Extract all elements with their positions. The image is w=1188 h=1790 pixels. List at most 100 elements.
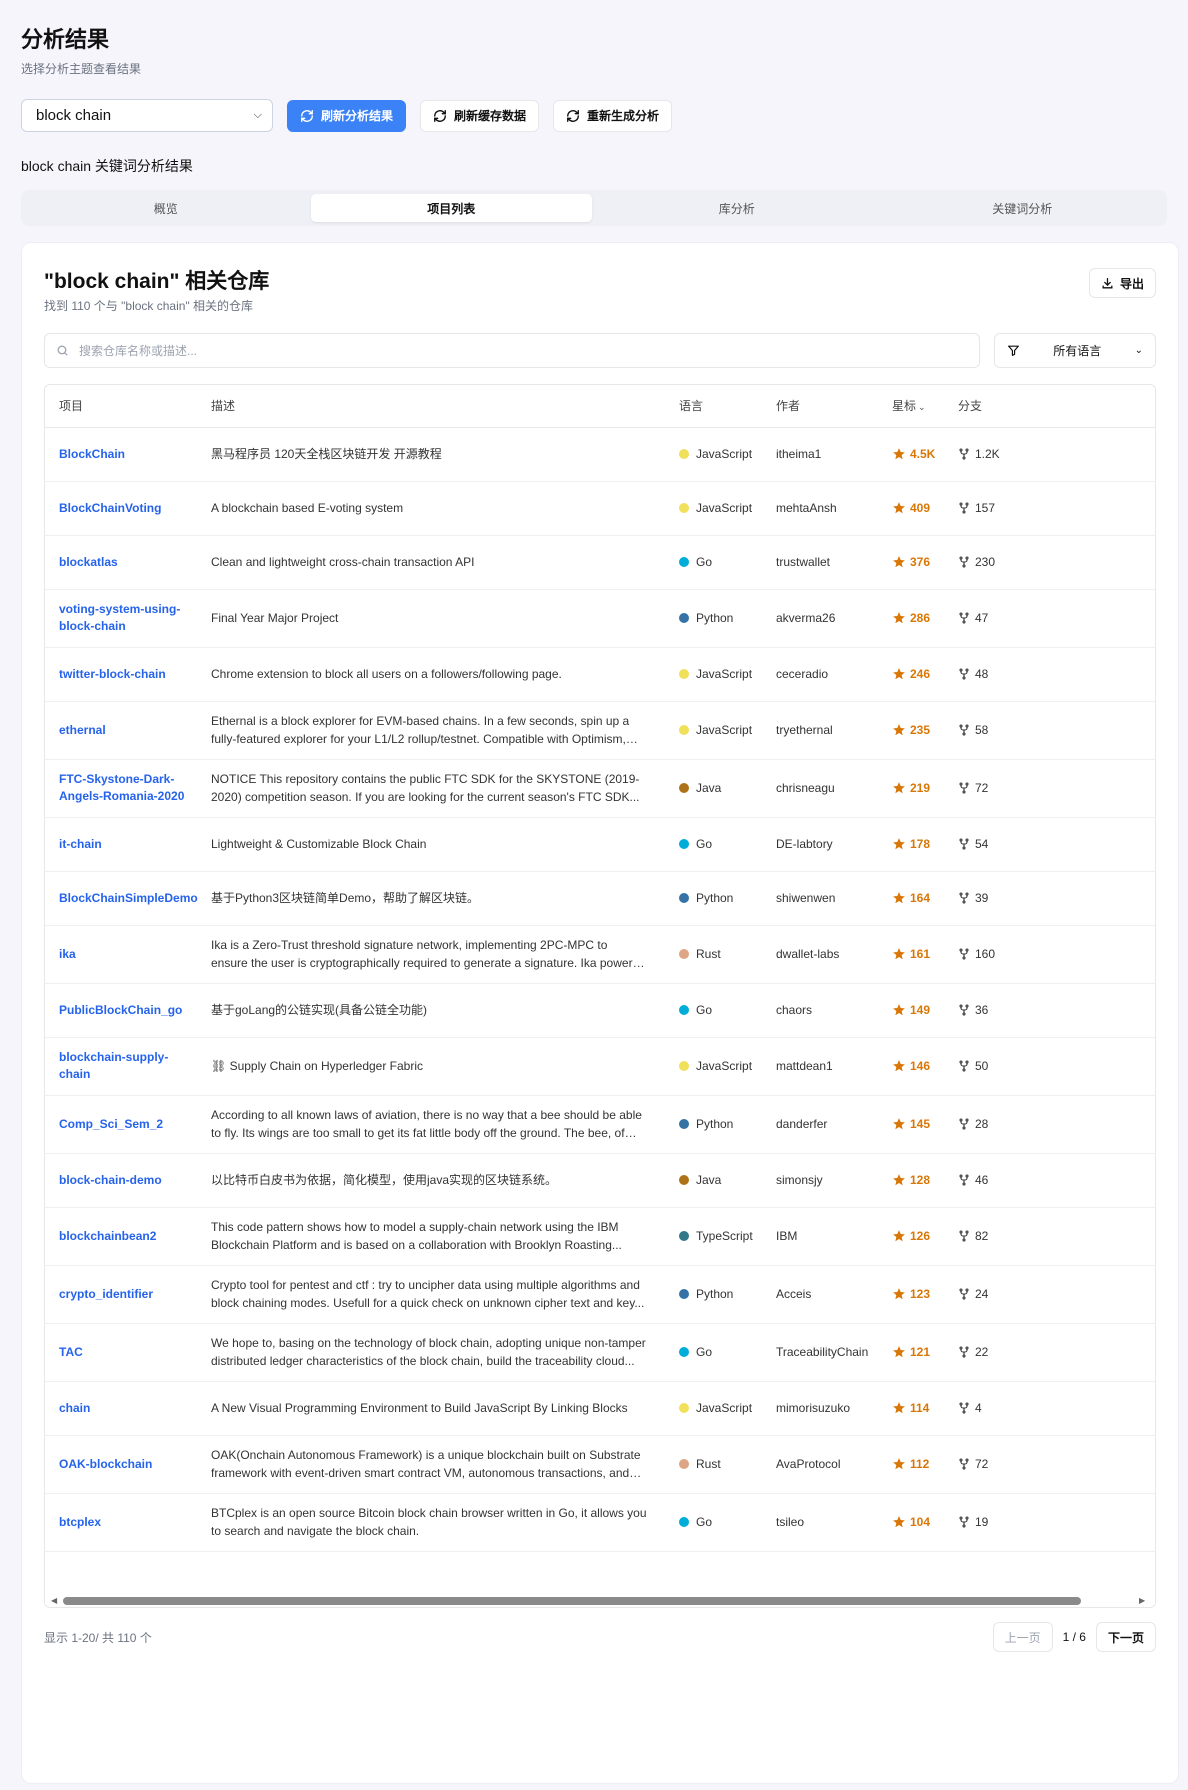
repo-description: Ethernal is a block explorer for EVM-bas…	[211, 714, 630, 746]
export-label: 导出	[1119, 276, 1144, 291]
repo-lang-cell: Java	[665, 759, 762, 818]
table-row[interactable]: block-chain-demo 以比特币白皮书为依据，简化模型，使用java实现…	[45, 1153, 1155, 1208]
scrollbar-thumb[interactable]	[63, 1597, 1081, 1605]
topic-select-value: block chain	[36, 107, 112, 124]
tab-keyword-analysis[interactable]: 关键词分析	[882, 194, 1164, 222]
repo-name-link[interactable]: voting-system-using-block-chain	[59, 601, 197, 635]
repo-name-link[interactable]: blockatlas	[59, 554, 197, 571]
repo-name-link[interactable]: blockchainbean2	[59, 1228, 197, 1245]
star-icon	[892, 781, 906, 795]
repo-stars: 178	[910, 837, 931, 851]
horizontal-scrollbar[interactable]: ◀ ▶	[45, 1593, 1155, 1607]
table-row[interactable]: chain A New Visual Programming Environmen…	[45, 1381, 1155, 1436]
repo-forks-cell: 24	[944, 1265, 1155, 1324]
repo-stars: 161	[910, 947, 931, 961]
tab-project-list[interactable]: 项目列表	[310, 194, 592, 222]
repo-name-cell: FTC-Skystone-Dark-Angels-Romania-2020	[45, 759, 197, 818]
table-row[interactable]: it-chain Lightweight & Customizable Block…	[45, 817, 1155, 872]
repo-desc-cell: Crypto tool for pentest and ctf : try to…	[197, 1265, 665, 1324]
repo-name-link[interactable]: BlockChainVoting	[59, 500, 197, 517]
language-dot-icon	[679, 1005, 689, 1015]
repo-name-link[interactable]: PublicBlockChain_go	[59, 1002, 197, 1019]
prev-page-button[interactable]: 上一页	[992, 1622, 1053, 1652]
repo-description: Chrome extension to block all users on a…	[211, 667, 562, 681]
repo-stars-cell: 286	[878, 589, 944, 648]
repo-name-cell: BlockChainSimpleDemo	[45, 871, 198, 926]
table-row[interactable]: blockchain-supply-chain ⛓ Supply Chain on…	[45, 1037, 1155, 1096]
repo-desc-cell: 黑马程序员 120天全栈区块链开发 开源教程	[197, 427, 665, 482]
table-row[interactable]: BlockChainVoting A blockchain based E-vot…	[45, 481, 1155, 536]
repo-desc-cell: 基于goLang的公链实现(具备公链全功能)	[197, 983, 665, 1038]
repo-lang-cell: JavaScript	[665, 427, 762, 482]
repo-forks-cell: 82	[944, 1207, 1155, 1266]
star-icon	[892, 723, 906, 737]
language-dot-icon	[679, 1289, 689, 1299]
repo-name-link[interactable]: twitter-block-chain	[59, 666, 197, 683]
repo-desc-cell: 以比特币白皮书为依据，简化模型，使用java实现的区块链系统。	[197, 1153, 665, 1208]
table-row[interactable]: BlockChainSimpleDemo 基于Python3区块链简单Demo，帮…	[45, 871, 1155, 926]
repo-stars-cell: 104	[878, 1493, 944, 1552]
export-button[interactable]: 导出	[1088, 268, 1156, 298]
table-row[interactable]: OAK-blockchain OAK(Onchain Autonomous Fra…	[45, 1435, 1155, 1494]
repo-name-cell: crypto_identifier	[45, 1265, 197, 1324]
repo-name-link[interactable]: it-chain	[59, 836, 197, 853]
repo-name-cell: it-chain	[45, 817, 197, 872]
repo-name-link[interactable]: BlockChain	[59, 446, 197, 463]
table-row[interactable]: twitter-block-chain Chrome extension to b…	[45, 647, 1155, 702]
repo-desc-cell: BTCplex is an open source Bitcoin block …	[197, 1493, 665, 1552]
search-input[interactable]: 搜索仓库名称或描述...	[44, 333, 980, 368]
card-subtitle: 找到 110 个与 "block chain" 相关的仓库	[44, 299, 254, 313]
table-row[interactable]: voting-system-using-block-chain Final Yea…	[45, 589, 1155, 648]
repo-language: Go	[696, 1003, 713, 1017]
table-row[interactable]: PublicBlockChain_go 基于goLang的公链实现(具备公链全功能…	[45, 983, 1155, 1038]
table-row[interactable]: TAC We hope to, basing on the technology …	[45, 1323, 1155, 1382]
repo-name-link[interactable]: ika	[59, 946, 197, 963]
repo-name-link[interactable]: crypto_identifier	[59, 1286, 197, 1303]
star-icon	[892, 1515, 906, 1529]
table-row[interactable]: btcplex BTCplex is an open source Bitcoin…	[45, 1493, 1155, 1552]
refresh-cache-button[interactable]: 刷新缓存数据	[420, 99, 540, 132]
repo-language: JavaScript	[696, 1059, 753, 1073]
tab-library-analysis[interactable]: 库分析	[596, 194, 878, 222]
regenerate-analysis-button[interactable]: 重新生成分析	[553, 99, 673, 132]
table-row[interactable]: blockatlas Clean and lightweight cross-ch…	[45, 535, 1155, 590]
scroll-left-icon[interactable]: ◀	[51, 1596, 61, 1605]
repo-description: 基于goLang的公链实现(具备公链全功能)	[211, 1003, 428, 1017]
table-row[interactable]: blockchainbean2 This code pattern shows h…	[45, 1207, 1155, 1266]
repo-name-link[interactable]: Comp_Sci_Sem_2	[59, 1116, 197, 1133]
repo-name-link[interactable]: blockchain-supply-chain	[59, 1049, 197, 1083]
repo-name-link[interactable]: TAC	[59, 1344, 197, 1361]
repo-stars: 126	[910, 1229, 931, 1243]
table-row[interactable]: crypto_identifier Crypto tool for pentest…	[45, 1265, 1155, 1324]
star-icon	[892, 1173, 906, 1187]
refresh-analysis-button[interactable]: 刷新分析结果	[287, 99, 407, 132]
table-row[interactable]: ethernal Ethernal is a block explorer for…	[45, 701, 1155, 760]
repo-name-link[interactable]: BlockChainSimpleDemo	[59, 890, 198, 907]
repo-name-link[interactable]: FTC-Skystone-Dark-Angels-Romania-2020	[59, 771, 197, 805]
table-row[interactable]: FTC-Skystone-Dark-Angels-Romania-2020 NOT…	[45, 759, 1155, 818]
repo-name-link[interactable]: chain	[59, 1400, 197, 1417]
star-icon	[892, 1401, 906, 1415]
scroll-right-icon[interactable]: ▶	[1139, 1596, 1149, 1605]
repo-desc-cell: Chrome extension to block all users on a…	[197, 647, 665, 702]
fork-icon	[958, 1060, 970, 1072]
table-row[interactable]: Comp_Sci_Sem_2 According to all known law…	[45, 1095, 1155, 1154]
repo-forks: 19	[975, 1515, 989, 1529]
col-header-name: 项目	[45, 385, 197, 428]
language-filter-select[interactable]: 所有语言 ⌄	[994, 333, 1156, 368]
repo-name-link[interactable]: ethernal	[59, 722, 197, 739]
repo-stars-cell: 178	[878, 817, 944, 872]
repo-lang-cell: Go	[665, 983, 762, 1038]
tab-overview[interactable]: 概览	[25, 194, 307, 222]
table-row[interactable]: ika Ika is a Zero-Trust threshold signatu…	[45, 925, 1155, 984]
fork-icon	[958, 1346, 970, 1358]
next-page-button[interactable]: 下一页	[1095, 1622, 1156, 1652]
repo-name-link[interactable]: OAK-blockchain	[59, 1456, 197, 1473]
table-row[interactable]: BlockChain 黑马程序员 120天全栈区块链开发 开源教程 JavaScri…	[45, 427, 1155, 482]
repo-name-link[interactable]: block-chain-demo	[59, 1172, 197, 1189]
col-header-stars[interactable]: 星标 ⌄	[878, 385, 944, 428]
star-icon	[892, 1229, 906, 1243]
repo-name-link[interactable]: btcplex	[59, 1514, 197, 1531]
repo-forks-cell: 230	[944, 535, 1155, 590]
topic-select[interactable]: block chain ⌵	[21, 99, 273, 132]
